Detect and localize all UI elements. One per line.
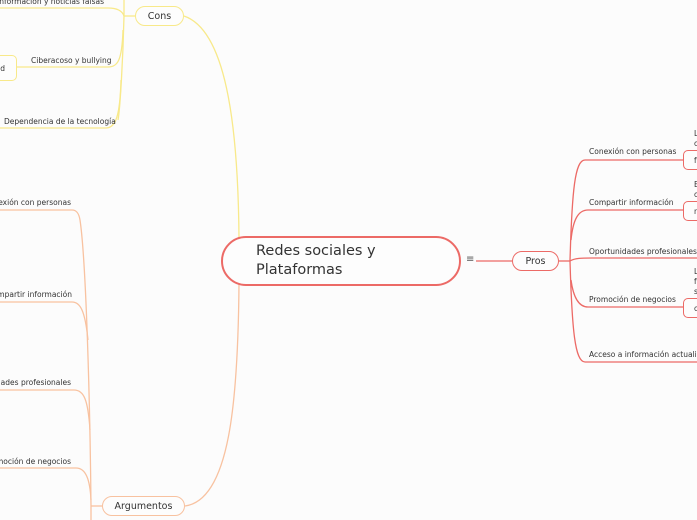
argumentos-item-compartir[interactable]: Compartir información <box>0 291 72 299</box>
pros-promocion-partial-2: f <box>694 277 697 286</box>
link-arg-promocion <box>0 467 92 501</box>
cons-item-desinformacion[interactable]: Desinformación y noticias falsas <box>0 0 104 6</box>
pros-item-promocion[interactable]: Promoción de negocios <box>589 296 676 304</box>
link-central-argumentos <box>184 283 240 507</box>
pros-label: Pros <box>525 255 546 267</box>
cons-item-ciberacoso[interactable]: Ciberacoso y bullying <box>31 57 112 65</box>
cons-node[interactable]: Cons <box>135 6 184 26</box>
argumentos-item-oportunidades[interactable]: Oportunidades profesionales <box>0 379 71 387</box>
link-arg-conexion <box>0 209 81 221</box>
pros-item-oportunidades[interactable]: Oportunidades profesionales <box>589 248 697 256</box>
hamburger-menu-icon[interactable]: ≡ <box>466 255 474 265</box>
argumentos-node[interactable]: Argumentos <box>102 496 185 516</box>
link-pros-compartir <box>570 209 685 241</box>
link-arg-compartir <box>0 301 89 341</box>
cons-ciberacoso-child-node[interactable]: d <box>0 55 17 81</box>
pros-promocion-child-node[interactable]: c <box>683 298 697 318</box>
pros-conexion-child-node[interactable]: f <box>683 150 697 170</box>
pros-item-acceso[interactable]: Acceso a información actualizada <box>589 351 697 359</box>
cons-label: Cons <box>147 10 172 22</box>
link-pros-acceso <box>569 260 697 363</box>
argumentos-label: Argumentos <box>114 500 173 512</box>
link-central-cons <box>183 15 240 239</box>
link-pros-oportunidades <box>569 257 697 262</box>
pros-node[interactable]: Pros <box>512 251 559 271</box>
link-arg-oportunidades <box>0 389 91 431</box>
cons-ciberacoso-child-text: d <box>0 63 5 73</box>
central-topic[interactable]: Redes sociales y Plataformas <box>221 236 461 286</box>
link-cons-desinfo <box>0 7 125 17</box>
central-topic-line1: Redes sociales y <box>256 243 376 259</box>
pros-item-conexion[interactable]: Conexión con personas <box>589 148 676 156</box>
argumentos-item-conexion[interactable]: Conexión con personas <box>0 199 71 207</box>
pros-conexion-child-text: f <box>694 155 697 165</box>
pros-compartir-child-node[interactable]: n <box>683 201 697 221</box>
argumentos-item-promocion[interactable]: Promoción de negocios <box>0 458 71 466</box>
pros-item-compartir[interactable]: Compartir información <box>589 199 674 207</box>
cons-item-dependencia[interactable]: Dependencia de la tecnología <box>4 118 116 126</box>
central-topic-line2: Plataformas <box>256 262 343 278</box>
